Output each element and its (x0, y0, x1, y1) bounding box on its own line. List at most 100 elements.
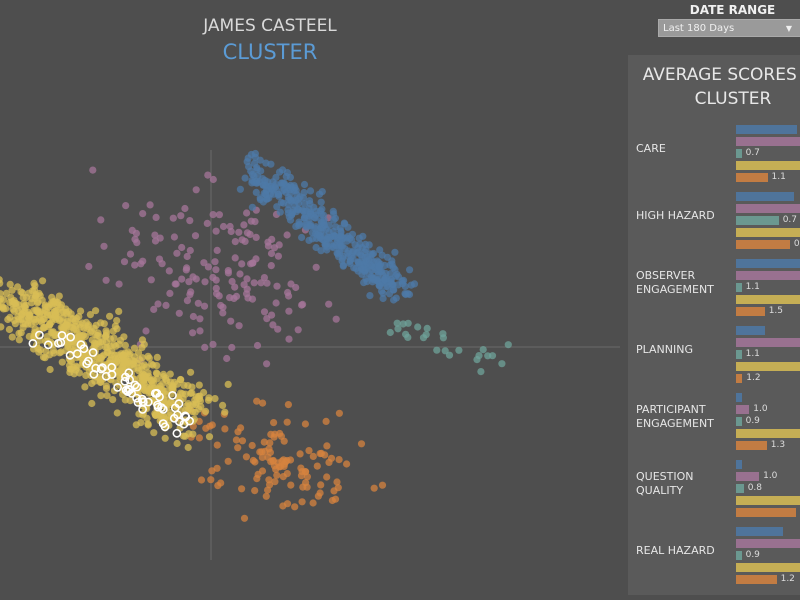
score-bar[interactable] (736, 429, 800, 438)
point-purple[interactable] (196, 315, 204, 323)
point-blue[interactable] (357, 265, 365, 273)
point-blue[interactable] (351, 241, 359, 249)
point-yellow[interactable] (56, 349, 64, 357)
score-bar[interactable] (736, 228, 800, 237)
point-teal[interactable] (477, 368, 485, 376)
point-purple[interactable] (272, 299, 280, 307)
point-orange[interactable] (240, 514, 249, 522)
score-bar[interactable] (736, 192, 795, 201)
point-yellow[interactable] (39, 277, 47, 285)
point-blue[interactable] (271, 183, 279, 191)
point-blue[interactable] (391, 248, 399, 256)
point-purple[interactable] (128, 226, 136, 234)
score-bar[interactable] (736, 539, 800, 548)
point-purple[interactable] (155, 255, 164, 263)
point-blue[interactable] (251, 153, 259, 161)
point-purple[interactable] (212, 266, 220, 274)
point-yellow[interactable] (130, 344, 139, 352)
point-orange[interactable] (260, 438, 268, 446)
point-purple[interactable] (235, 228, 243, 236)
point-yellow[interactable] (113, 325, 121, 333)
point-yellow[interactable] (8, 333, 16, 341)
point-blue[interactable] (359, 232, 367, 240)
point-teal[interactable] (479, 346, 487, 354)
point-orange[interactable] (253, 475, 261, 483)
point-yellow[interactable] (180, 381, 188, 389)
point-purple[interactable] (268, 311, 276, 319)
point-blue[interactable] (404, 290, 412, 298)
point-purple[interactable] (192, 275, 200, 283)
point-blue[interactable] (301, 200, 309, 208)
point-blue[interactable] (340, 219, 348, 227)
point-yellow[interactable] (189, 430, 197, 438)
point-orange[interactable] (238, 437, 247, 445)
point-blue[interactable] (381, 276, 389, 284)
point-yellow[interactable] (18, 305, 26, 313)
point-orange[interactable] (284, 401, 292, 409)
point-purple[interactable] (251, 218, 259, 226)
point-teal[interactable] (414, 323, 422, 331)
score-bar[interactable] (736, 393, 742, 402)
point-yellow[interactable] (224, 380, 232, 388)
point-blue[interactable] (283, 169, 291, 177)
point-orange[interactable] (202, 424, 210, 432)
point-orange[interactable] (323, 473, 331, 481)
point-yellow[interactable] (113, 409, 121, 417)
point-blue[interactable] (344, 249, 352, 257)
point-orange[interactable] (370, 484, 378, 492)
point-yellow[interactable] (15, 336, 23, 344)
point-purple[interactable] (235, 322, 243, 330)
point-yellow[interactable] (30, 307, 38, 315)
point-purple[interactable] (224, 267, 232, 275)
score-bar[interactable] (736, 271, 800, 280)
point-yellow[interactable] (98, 338, 107, 346)
point-yellow[interactable] (5, 325, 13, 334)
point-yellow[interactable] (97, 354, 105, 362)
point-yellow[interactable] (75, 369, 83, 377)
point-blue[interactable] (300, 188, 308, 197)
point-yellow[interactable] (0, 323, 5, 331)
point-purple[interactable] (212, 284, 220, 292)
point-teal[interactable] (433, 346, 441, 354)
point-orange[interactable] (301, 468, 309, 476)
score-bar[interactable] (736, 508, 797, 517)
point-blue[interactable] (332, 223, 340, 231)
point-orange[interactable] (270, 433, 278, 441)
point-blue[interactable] (366, 292, 374, 300)
point-yellow[interactable] (12, 299, 20, 307)
point-purple[interactable] (243, 209, 251, 217)
point-yellow[interactable] (46, 365, 54, 374)
point-blue[interactable] (306, 222, 315, 230)
point-yellow[interactable] (113, 317, 121, 325)
point-purple[interactable] (238, 260, 246, 268)
point-purple[interactable] (147, 276, 155, 284)
score-bar[interactable] (736, 563, 800, 572)
point-yellow[interactable] (84, 322, 92, 331)
point-blue[interactable] (256, 196, 264, 204)
point-purple[interactable] (267, 262, 275, 270)
point-purple[interactable] (170, 233, 178, 241)
point-yellow[interactable] (221, 408, 229, 416)
point-purple[interactable] (191, 232, 200, 240)
highlighted-point[interactable] (172, 428, 182, 438)
point-purple[interactable] (139, 210, 147, 218)
point-purple[interactable] (264, 238, 272, 246)
point-blue[interactable] (313, 231, 321, 239)
point-teal[interactable] (402, 330, 410, 338)
score-bar[interactable] (736, 125, 797, 134)
point-yellow[interactable] (48, 293, 56, 301)
point-orange[interactable] (378, 481, 387, 489)
point-blue[interactable] (375, 282, 384, 290)
score-bar[interactable] (736, 204, 800, 213)
point-purple[interactable] (120, 258, 129, 266)
point-purple[interactable] (325, 300, 333, 308)
point-orange[interactable] (305, 447, 313, 455)
point-purple[interactable] (284, 288, 292, 297)
point-purple[interactable] (152, 213, 160, 221)
point-orange[interactable] (287, 481, 295, 489)
point-purple[interactable] (97, 216, 105, 224)
point-blue[interactable] (401, 282, 409, 291)
score-bar[interactable] (736, 240, 790, 249)
point-purple[interactable] (131, 261, 139, 269)
point-yellow[interactable] (202, 407, 210, 415)
